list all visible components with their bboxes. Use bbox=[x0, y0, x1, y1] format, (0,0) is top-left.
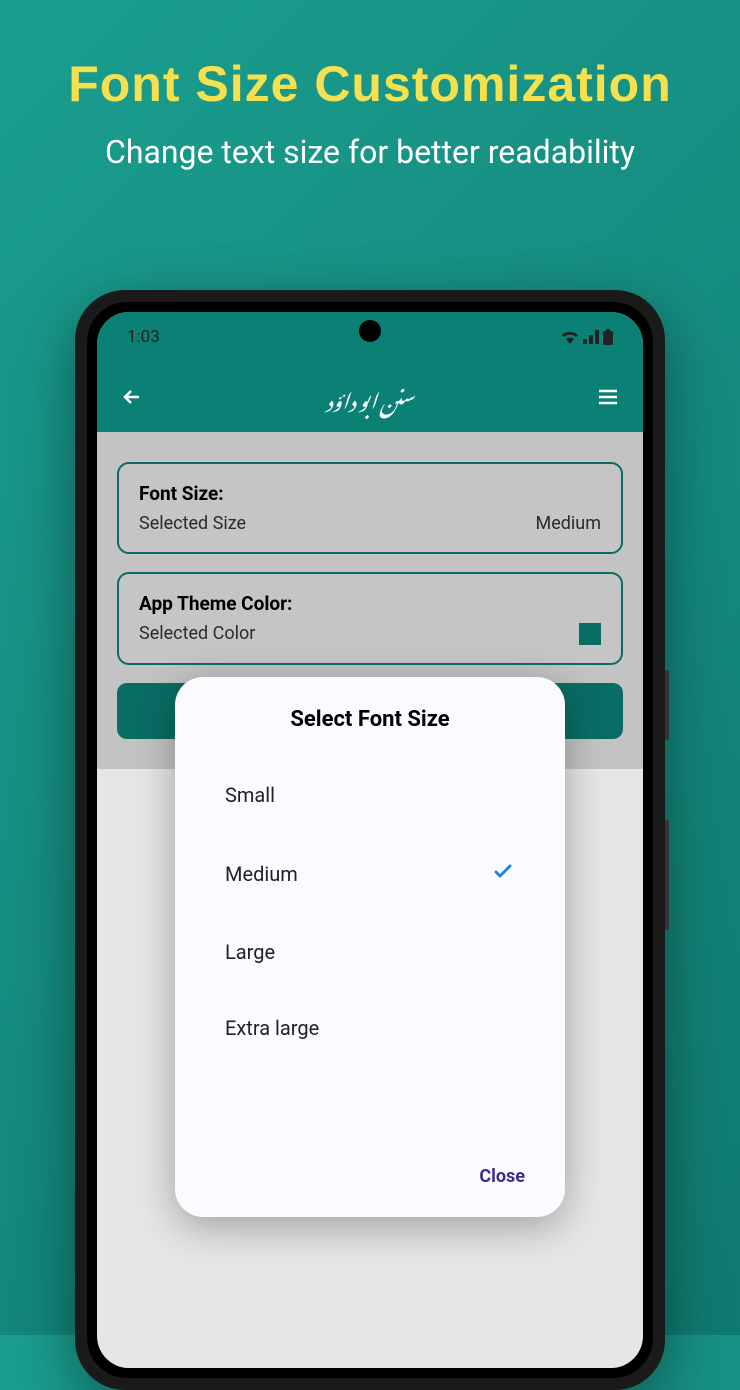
close-button[interactable]: Close bbox=[479, 1166, 525, 1187]
theme-title: App Theme Color: bbox=[139, 592, 601, 615]
menu-button[interactable] bbox=[593, 382, 623, 412]
phone-side-button bbox=[665, 670, 669, 740]
app-title: سنن ابو داؤد bbox=[147, 370, 593, 425]
battery-icon bbox=[603, 329, 613, 345]
app-screen: 1:03 سنن ابو داؤد Font Size: bbox=[97, 312, 643, 1368]
font-size-label: Selected Size bbox=[139, 513, 246, 534]
modal-title: Select Font Size bbox=[175, 707, 565, 732]
option-small[interactable]: Small bbox=[205, 757, 535, 833]
check-icon bbox=[491, 859, 515, 888]
back-button[interactable] bbox=[117, 382, 147, 412]
theme-label: Selected Color bbox=[139, 623, 255, 645]
promo-subtitle: Change text size for better readability bbox=[0, 133, 740, 171]
option-medium[interactable]: Medium bbox=[205, 833, 535, 914]
font-size-title: Font Size: bbox=[139, 482, 601, 505]
promo-title: Font Size Customization bbox=[0, 55, 740, 113]
theme-swatch bbox=[579, 623, 601, 645]
status-time: 1:03 bbox=[127, 327, 160, 347]
wifi-icon bbox=[561, 330, 579, 344]
camera-notch bbox=[359, 320, 381, 342]
status-icons bbox=[561, 329, 613, 345]
phone-side-button bbox=[665, 820, 669, 930]
font-size-value: Medium bbox=[536, 513, 602, 534]
font-size-modal: Select Font Size Small Medium Large bbox=[175, 677, 565, 1217]
font-size-card[interactable]: Font Size: Selected Size Medium bbox=[117, 462, 623, 554]
option-label: Large bbox=[225, 940, 275, 964]
option-label: Extra large bbox=[225, 1016, 319, 1040]
option-list: Small Medium Large Extra large bbox=[175, 757, 565, 1066]
signal-icon bbox=[583, 330, 599, 344]
theme-color-card[interactable]: App Theme Color: Selected Color bbox=[117, 572, 623, 665]
option-large[interactable]: Large bbox=[205, 914, 535, 990]
option-label: Small bbox=[225, 783, 275, 807]
option-label: Medium bbox=[225, 862, 298, 886]
option-extra-large[interactable]: Extra large bbox=[205, 990, 535, 1066]
phone-frame: 1:03 سنن ابو داؤد Font Size: bbox=[75, 290, 665, 1390]
app-bar: سنن ابو داؤد bbox=[97, 362, 643, 432]
